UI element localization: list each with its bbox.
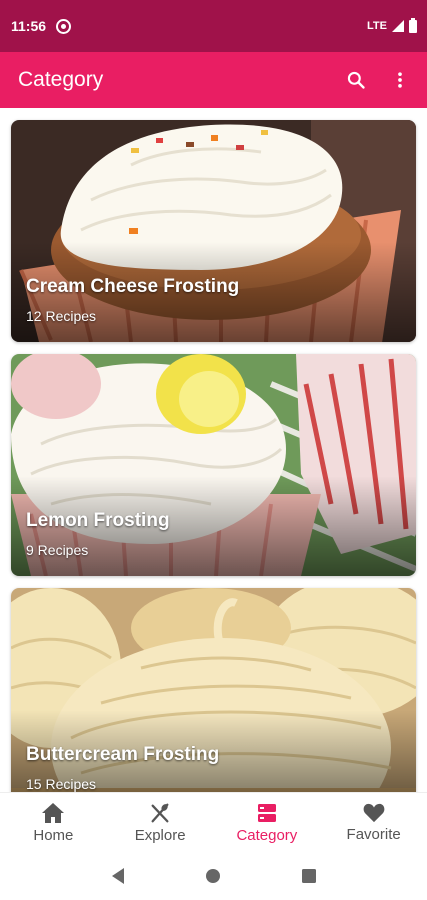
back-icon[interactable] [110,867,126,885]
category-card-cream-cheese[interactable]: Cream Cheese Frosting 12 Recipes [11,120,416,342]
search-icon [347,71,365,89]
search-button[interactable] [341,65,371,95]
recents-icon[interactable] [301,868,317,884]
nav-label: Category [236,826,298,844]
more-vert-icon [398,72,402,88]
network-type: LTE [367,20,387,32]
nav-label: Explore [134,826,186,844]
nav-label: Home [33,826,74,844]
category-title: Lemon Frosting [26,510,170,531]
category-card-buttercream[interactable]: Buttercream Frosting 15 Recipes [11,588,416,792]
bottom-navigation: Home Explore Category Favorite [0,792,427,852]
status-time: 11:56 [11,18,47,34]
nav-item-explore[interactable]: Explore [107,793,214,852]
data-saver-icon [56,18,72,34]
category-icon [257,803,276,822]
category-title: Buttercream Frosting [26,744,220,765]
status-bar: 11:56 LTE [0,0,427,52]
recipe-count: 15 Recipes [26,776,97,792]
recipe-count: 12 Recipes [26,308,97,324]
overflow-menu-button[interactable] [385,65,415,95]
home-icon [42,802,65,823]
nav-item-category[interactable]: Category [214,793,321,852]
heart-icon [363,803,384,822]
nav-item-home[interactable]: Home [0,793,107,852]
system-navigation-bar [0,852,427,900]
app-bar: Category [0,52,427,108]
battery-icon [409,17,417,33]
recipe-count: 9 Recipes [26,542,89,558]
category-title: Cream Cheese Frosting [26,276,240,297]
signal-icon [392,20,404,32]
page-title: Category [18,68,104,91]
home-circle-icon[interactable] [205,868,221,884]
category-list: Cream Cheese Frosting 12 Recipes Lemon F… [0,108,427,792]
nav-item-favorite[interactable]: Favorite [320,793,427,852]
utensils-icon [151,803,169,822]
nav-label: Favorite [346,825,401,843]
category-card-lemon[interactable]: Lemon Frosting 9 Recipes [11,354,416,576]
